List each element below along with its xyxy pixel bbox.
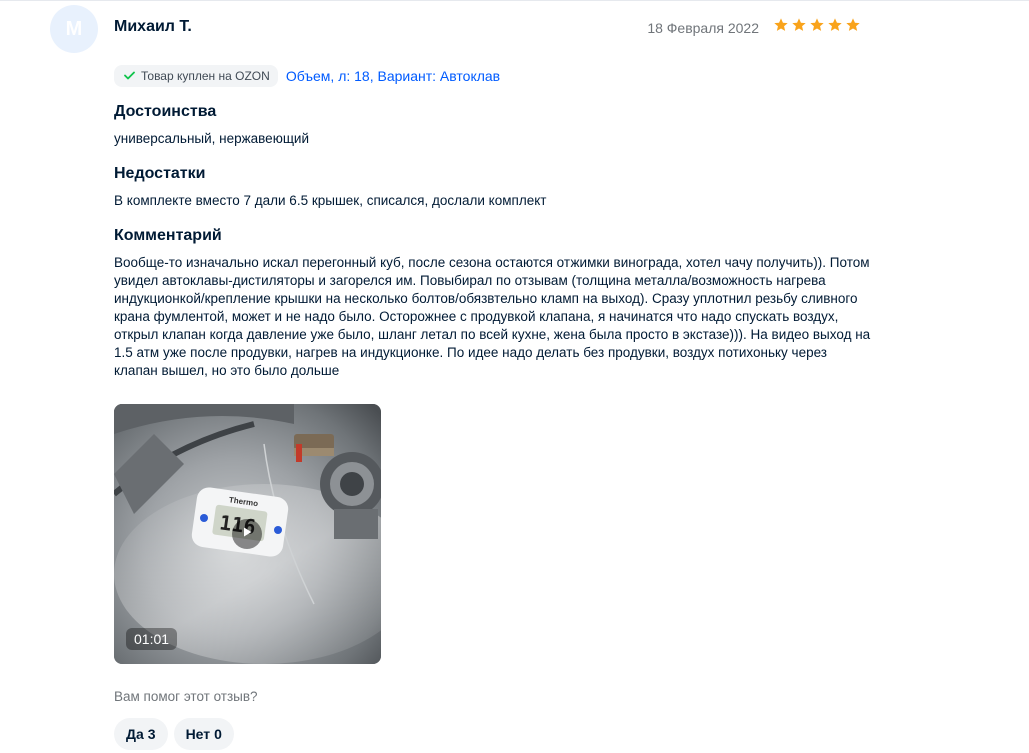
play-button[interactable]: [232, 519, 262, 549]
cons-text: В комплекте вместо 7 дали 6.5 крышек, сп…: [114, 193, 547, 208]
star-icon: [791, 17, 807, 33]
review-card: М Михаил Т. 18 Февраля 2022 Товар куплен…: [0, 0, 1029, 753]
comment-text: Вообще-то изначально искал перегонный ку…: [114, 255, 871, 378]
avatar-letter: М: [65, 17, 83, 40]
cons-title: Недостатки: [114, 165, 206, 182]
pros-title: Достоинства: [114, 103, 217, 120]
star-icon: [773, 17, 789, 33]
video-thumbnail[interactable]: Thermo 116 01:01: [114, 404, 381, 664]
helpful-question: Вам помог этот отзыв?: [114, 689, 258, 704]
check-icon: [124, 69, 135, 83]
pros-text: универсальный, нержавеющий: [114, 131, 310, 146]
rating-stars: [773, 17, 861, 33]
variant-link[interactable]: Объем, л: 18, Вариант: Автоклав: [286, 68, 500, 84]
star-icon: [809, 17, 825, 33]
vote-no-label: Нет: [185, 726, 211, 742]
review-meta: Товар куплен на OZON Объем, л: 18, Вариа…: [114, 65, 500, 87]
vote-row: Да 3 Нет 0: [114, 718, 234, 750]
vote-yes-label: Да: [126, 726, 144, 742]
avatar: М: [50, 5, 98, 53]
vote-yes-count: 3: [147, 726, 156, 742]
video-duration: 01:01: [126, 628, 178, 650]
review-date: 18 Февраля 2022: [647, 20, 759, 36]
divider: [0, 0, 1029, 1]
vote-yes-button[interactable]: Да 3: [114, 718, 168, 750]
star-icon: [827, 17, 843, 33]
vote-no-button[interactable]: Нет 0: [173, 718, 234, 750]
comment-title: Комментарий: [114, 227, 222, 244]
vote-no-count: 0: [214, 726, 222, 742]
author-name: Михаил Т.: [114, 18, 192, 35]
play-icon: [241, 525, 253, 543]
purchase-badge: Товар куплен на OZON: [114, 65, 278, 87]
purchase-badge-label: Товар куплен на OZON: [141, 69, 270, 83]
star-icon: [845, 17, 861, 33]
